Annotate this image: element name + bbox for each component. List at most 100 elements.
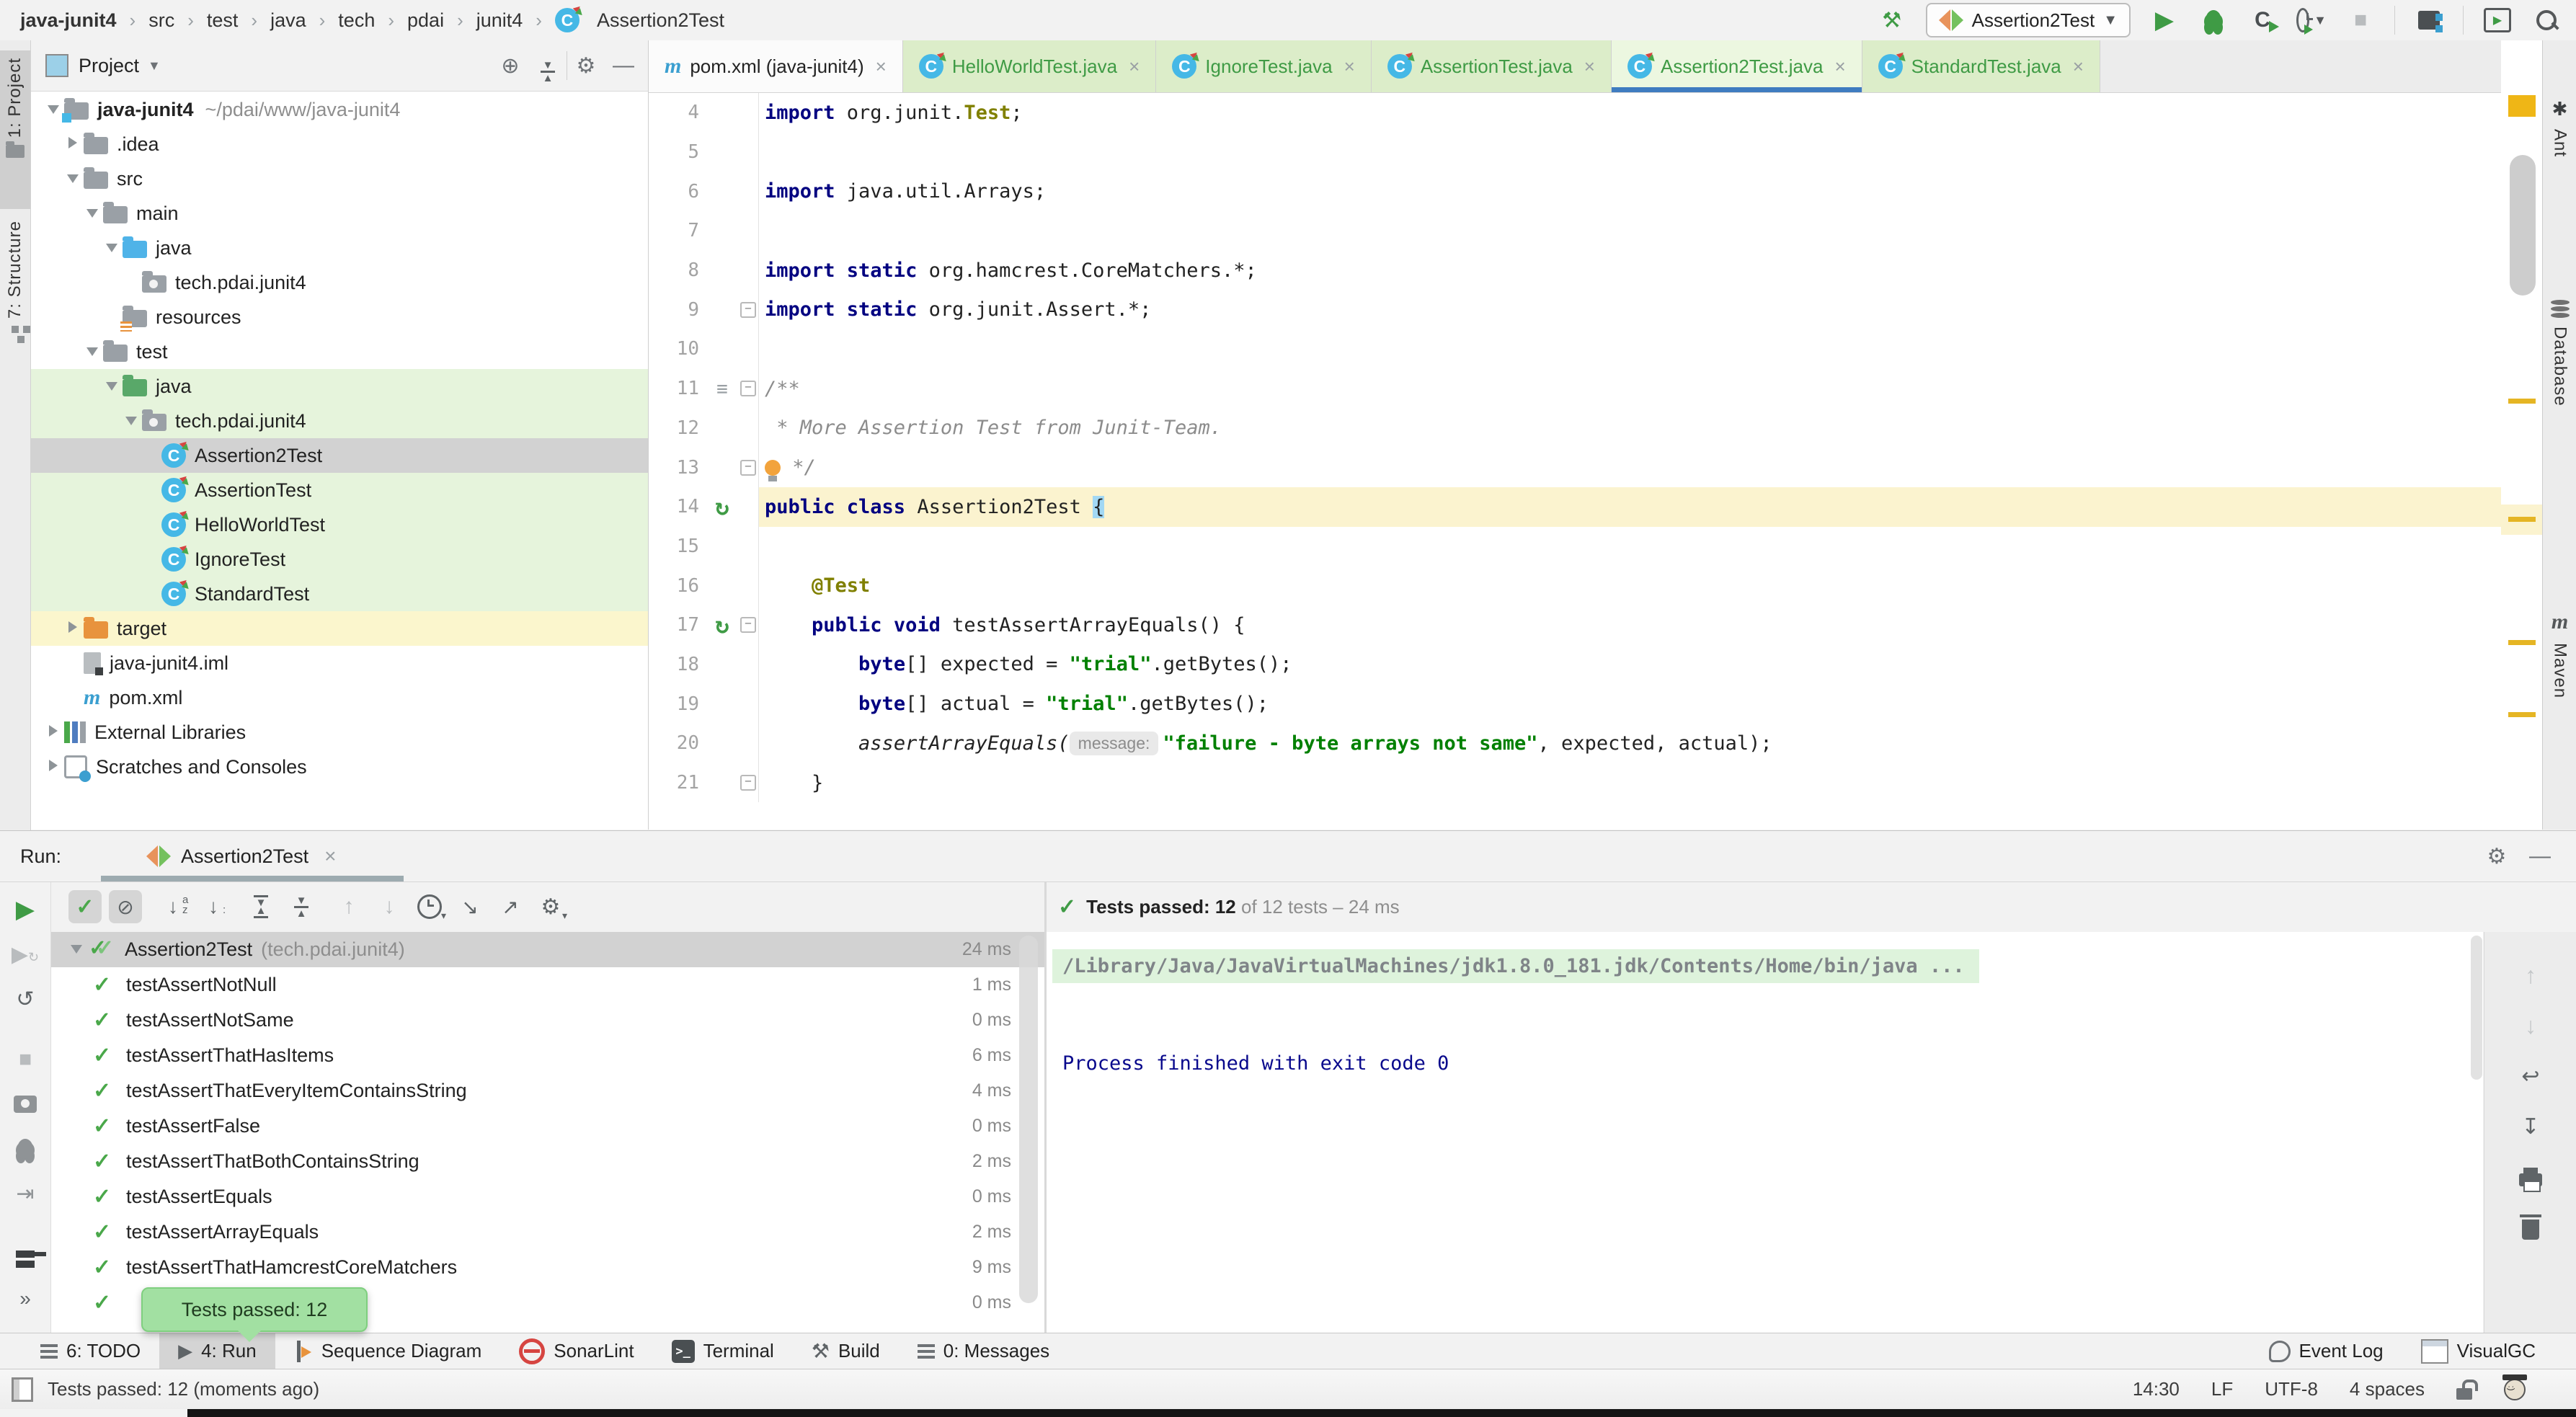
code-line[interactable]: 13− */ — [649, 448, 2501, 487]
tree-row[interactable]: java — [31, 369, 648, 404]
settings-gear-icon[interactable]: ⚙ — [567, 53, 605, 79]
collapse-all-button[interactable]: ▼▲ — [529, 50, 567, 82]
stripe-tab-maven[interactable]: mMaven — [2543, 610, 2576, 698]
settings-gear-icon[interactable]: ⚙ — [2475, 844, 2518, 869]
comment-gutter-icon[interactable]: ≡ — [716, 378, 728, 400]
code-line[interactable]: 17↻− public void testAssertArrayEquals()… — [649, 605, 2501, 645]
code-line[interactable]: 7 — [649, 211, 2501, 251]
toolwindow-button-visualgc[interactable]: VisualGC — [2402, 1333, 2554, 1369]
toolwindow-button-build[interactable]: ⚒Build — [793, 1333, 899, 1369]
run-tab[interactable]: Assertion2Test × — [139, 831, 343, 881]
code-line[interactable]: 12 * More Assertion Test from Junit-Team… — [649, 409, 2501, 448]
test-case-row[interactable]: ✓testAssertThatEveryItemContainsString4 … — [51, 1073, 1044, 1109]
export-results-button[interactable]: ↗ — [494, 890, 527, 923]
test-root-row[interactable]: ✓✓Assertion2Test(tech.pdai.junit4)24 ms — [51, 932, 1044, 967]
run-test-gutter-icon[interactable]: ↻ — [715, 493, 729, 520]
test-case-row[interactable]: ✓testAssertThatHasItems6 ms — [51, 1038, 1044, 1073]
stripe-warning-tick[interactable] — [2508, 399, 2536, 404]
tree-row[interactable]: main — [31, 196, 648, 231]
indent-setting[interactable]: 4 spaces — [2350, 1378, 2425, 1400]
code-line[interactable]: 9−import static org.junit.Assert.*; — [649, 290, 2501, 329]
fold-marker-icon[interactable]: − — [740, 302, 756, 318]
restore-layout-button[interactable] — [9, 1240, 41, 1269]
code-line[interactable]: 21− } — [649, 763, 2501, 803]
tree-row[interactable]: mpom.xml — [31, 680, 648, 715]
toggle-auto-test-button[interactable]: ↺ — [9, 985, 41, 1013]
fold-marker-icon[interactable]: − — [740, 775, 756, 791]
search-everywhere-button[interactable] — [2531, 4, 2562, 36]
test-case-row[interactable]: ✓testAssertThatBothContainsString2 ms — [51, 1144, 1044, 1179]
code-line[interactable]: 6import java.util.Arrays; — [649, 172, 2501, 211]
tree-arrow-icon[interactable] — [101, 378, 123, 395]
tree-row[interactable]: Scratches and Consoles — [31, 750, 648, 784]
tree-arrow-icon[interactable] — [120, 413, 142, 430]
more-options-button[interactable]: » — [9, 1284, 41, 1313]
expand-all-button[interactable]: ▼▲ — [244, 890, 277, 923]
fold-marker-icon[interactable]: − — [740, 381, 756, 396]
tree-arrow-icon[interactable] — [81, 344, 103, 360]
run-configuration-select[interactable]: Assertion2Test ▼ — [1926, 3, 2131, 37]
code-line[interactable]: 5 — [649, 133, 2501, 172]
tree-row[interactable]: java — [31, 231, 648, 265]
toolwindow-button-terminal[interactable]: >_Terminal — [653, 1333, 793, 1369]
stripe-warning-tick[interactable] — [2508, 640, 2536, 645]
scroll-to-end-button[interactable]: ↧ — [2515, 1112, 2546, 1141]
toolwindow-toggle-icon[interactable] — [12, 1377, 33, 1402]
lightbulb-icon[interactable] — [765, 460, 781, 476]
breadcrumb[interactable]: java-junit4›src›test›java›tech›pdai›juni… — [20, 0, 724, 40]
breadcrumb-class[interactable]: Assertion2Test — [597, 9, 724, 32]
stripe-warning-tick[interactable] — [2508, 712, 2536, 717]
test-case-row[interactable]: ✓testAssertEquals0 ms — [51, 1179, 1044, 1214]
hide-panel-button[interactable]: — — [2518, 844, 2562, 869]
editor-scrollbar-thumb[interactable] — [2510, 155, 2536, 296]
run-test-gutter-icon[interactable]: ↻ — [715, 611, 729, 639]
close-icon[interactable]: × — [324, 845, 336, 868]
editor-error-stripe[interactable] — [2501, 40, 2542, 830]
soft-wrap-button[interactable]: ↩ — [2515, 1062, 2546, 1090]
toolwindow-button-event-log[interactable]: Event Log — [2250, 1333, 2402, 1369]
tree-row[interactable]: src — [31, 161, 648, 196]
tree-row[interactable]: CStandardTest — [31, 577, 648, 611]
fold-marker-icon[interactable]: − — [740, 460, 756, 476]
project-structure-button[interactable] — [2414, 4, 2444, 36]
tree-row[interactable]: External Libraries — [31, 715, 648, 750]
tree-arrow-icon[interactable] — [101, 240, 123, 257]
test-case-row[interactable]: ✓testAssertFalse0 ms — [51, 1109, 1044, 1144]
snapshot-button[interactable] — [9, 1090, 41, 1119]
tree-row[interactable]: .idea — [31, 127, 648, 161]
code-line[interactable]: 4import org.junit.Test; — [649, 93, 2501, 133]
editor-tab[interactable]: CIgnoreTest.java× — [1156, 40, 1372, 92]
test-results-tree[interactable]: ✓✓Assertion2Test(tech.pdai.junit4)24 ms✓… — [51, 932, 1044, 1333]
import-results-button[interactable]: ↘ — [453, 890, 487, 923]
tree-row[interactable]: tech.pdai.junit4 — [31, 265, 648, 300]
sort-by-duration-button[interactable]: ↓: — [197, 890, 230, 923]
unlock-icon[interactable] — [2456, 1388, 2472, 1400]
tree-row[interactable]: java-junit4.iml — [31, 646, 648, 680]
editor-tab[interactable]: mpom.xml (java-junit4)× — [649, 40, 903, 92]
status-message[interactable]: Tests passed: 12 (moments ago) — [48, 1378, 319, 1400]
tree-row[interactable]: target — [31, 611, 648, 646]
filter-ignored-button[interactable]: ⊘ — [109, 890, 142, 923]
code-line[interactable]: 11≡−/** — [649, 369, 2501, 409]
code-line[interactable]: 15 — [649, 527, 2501, 567]
run-console[interactable]: /Library/Java/JavaVirtualMachines/jdk1.8… — [1047, 932, 2483, 1333]
stripe-warning-square[interactable] — [2508, 95, 2536, 117]
breadcrumb-item[interactable]: pdai — [407, 9, 444, 32]
run-with-coverage-button[interactable]: C — [2247, 4, 2278, 36]
test-tree-scrollbar[interactable] — [1019, 936, 1038, 1303]
code-line[interactable]: 18 byte[] expected = "trial".getBytes(); — [649, 645, 2501, 685]
test-case-row[interactable]: ✓testAssertNotSame0 ms — [51, 1003, 1044, 1038]
tree-row[interactable]: tech.pdai.junit4 — [31, 404, 648, 438]
close-icon[interactable]: × — [1129, 55, 1140, 78]
clear-console-button[interactable] — [2515, 1213, 2546, 1242]
close-icon[interactable]: × — [1834, 55, 1845, 78]
tree-arrow-icon[interactable] — [43, 724, 64, 741]
tree-row[interactable]: java-junit4~/pdai/www/java-junit4 — [31, 92, 648, 127]
breadcrumb-item[interactable]: tech — [338, 9, 375, 32]
toolwindow-button-sonarlint[interactable]: SonarLint — [500, 1333, 652, 1369]
stripe-tab-ant[interactable]: ✱Ant — [2543, 98, 2576, 157]
breadcrumb-item[interactable]: java — [270, 9, 306, 32]
test-case-row[interactable]: ✓testAssertNotNull1 ms — [51, 967, 1044, 1003]
test-case-row[interactable]: ✓testAssertThatHamcrestCoreMatchers9 ms — [51, 1250, 1044, 1285]
stripe-tab-database[interactable]: Database — [2543, 300, 2576, 407]
